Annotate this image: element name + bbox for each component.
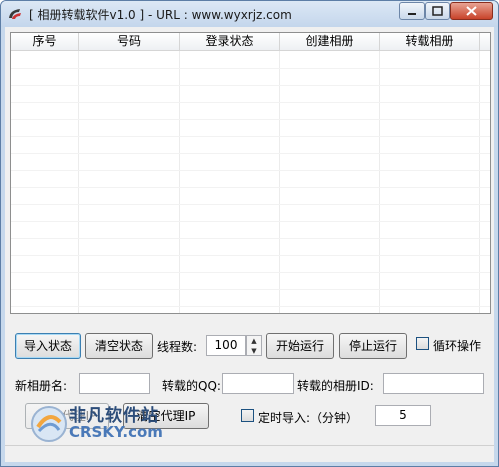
account-table[interactable]: 序号 号码 登录状态 创建相册 转载相册 bbox=[10, 32, 491, 314]
table-body bbox=[11, 51, 490, 313]
minimize-icon bbox=[408, 13, 416, 15]
column-header-number[interactable]: 号码 bbox=[79, 33, 180, 51]
threads-label: 线程数: bbox=[157, 340, 198, 354]
main-panel: 序号 号码 登录状态 创建相册 转载相册 导入状态 清空状态 线程数: 100 … bbox=[5, 27, 494, 462]
new-album-input[interactable] bbox=[79, 373, 150, 394]
source-album-label: 转载的相册ID: bbox=[297, 379, 374, 393]
loop-checkbox[interactable] bbox=[416, 337, 429, 350]
threads-input[interactable]: 100 bbox=[206, 335, 246, 356]
source-qq-input[interactable] bbox=[222, 373, 294, 394]
column-header-create-album[interactable]: 创建相册 bbox=[280, 33, 380, 51]
threads-stepper[interactable]: ▲ ▼ bbox=[246, 335, 262, 356]
import-status-button[interactable]: 导入状态 bbox=[15, 333, 81, 359]
column-header-login-status[interactable]: 登录状态 bbox=[180, 33, 280, 51]
stop-button[interactable]: 停止运行 bbox=[339, 333, 407, 359]
maximize-icon bbox=[432, 6, 443, 16]
source-album-input[interactable] bbox=[383, 373, 484, 394]
close-button[interactable] bbox=[450, 2, 493, 20]
table-header: 序号 号码 登录状态 创建相册 转载相册 bbox=[11, 33, 490, 51]
status-bar bbox=[5, 445, 494, 462]
minimize-button[interactable] bbox=[399, 2, 425, 20]
window-title: [ 相册转载软件v1.0 ] - URL : www.wyxrjz.com bbox=[29, 8, 292, 22]
watermark-site: CRSKY.com bbox=[69, 423, 163, 441]
new-album-label: 新相册名: bbox=[15, 379, 68, 393]
timed-import-checkbox[interactable] bbox=[241, 409, 254, 422]
close-icon bbox=[466, 6, 477, 16]
column-header-index[interactable]: 序号 bbox=[11, 33, 79, 51]
start-button[interactable]: 开始运行 bbox=[266, 333, 334, 359]
spin-up-icon[interactable]: ▲ bbox=[247, 336, 261, 346]
loop-label: 循环操作 bbox=[433, 339, 482, 353]
timed-minutes-input[interactable]: 5 bbox=[375, 405, 431, 426]
timed-import-label: 定时导入:（分钟） bbox=[258, 411, 359, 425]
app-window: [ 相册转载软件v1.0 ] - URL : www.wyxrjz.com 序号… bbox=[0, 0, 499, 467]
maximize-button[interactable] bbox=[425, 2, 450, 20]
column-header-repost-album[interactable]: 转载相册 bbox=[380, 33, 480, 51]
clear-status-button[interactable]: 清空状态 bbox=[85, 333, 153, 359]
title-bar[interactable]: [ 相册转载软件v1.0 ] - URL : www.wyxrjz.com bbox=[1, 1, 498, 27]
watermark: 非凡软件站 CRSKY.com bbox=[29, 401, 179, 447]
source-qq-label: 转载的QQ: bbox=[162, 379, 221, 393]
watermark-logo-icon bbox=[31, 406, 67, 442]
app-icon bbox=[9, 9, 21, 19]
spin-down-icon[interactable]: ▼ bbox=[247, 346, 261, 356]
